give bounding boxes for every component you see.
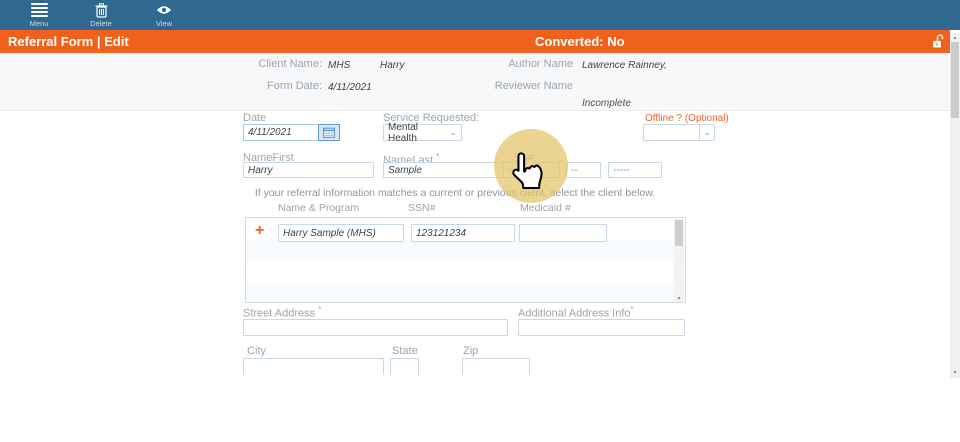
- additional-address-input[interactable]: [518, 319, 685, 336]
- date-label: Date: [243, 112, 266, 124]
- converted-status: Converted: No: [535, 30, 625, 53]
- column-header-ssn: SSN#: [408, 202, 435, 214]
- form-date-label: Form Date:: [229, 80, 322, 92]
- page-vertical-scrollbar[interactable]: ▲ ▼: [950, 33, 960, 378]
- menu-button[interactable]: Menu: [16, 2, 62, 28]
- service-requested-value: Mental Health: [388, 122, 449, 144]
- client-first-name-value: Harry: [380, 60, 404, 71]
- view-button[interactable]: View: [141, 2, 187, 28]
- chevron-down-icon: ⌄: [449, 128, 457, 137]
- zip-input[interactable]: [462, 358, 530, 375]
- zip-label: Zip: [463, 345, 478, 357]
- delete-button[interactable]: Delete: [78, 2, 124, 28]
- match-instruction-text: If your referral information matches a c…: [250, 187, 660, 199]
- delete-button-label: Delete: [78, 19, 124, 28]
- calendar-icon: [323, 127, 335, 138]
- referral-form-body: Date Service Requested: Mental Health ⌄ …: [0, 111, 950, 375]
- match-medicaid-input[interactable]: [519, 224, 607, 242]
- unlock-icon[interactable]: [932, 34, 944, 54]
- hamburger-menu-icon: [16, 2, 62, 18]
- column-header-name-program: Name & Program: [278, 202, 359, 214]
- match-list-scrollbar-thumb[interactable]: [675, 220, 683, 246]
- state-label: State: [392, 345, 418, 357]
- match-name-program-input[interactable]: [278, 224, 404, 242]
- match-list-scroll-down-icon[interactable]: ▼: [674, 296, 684, 302]
- trash-icon: [78, 2, 124, 18]
- select-client-plus-icon[interactable]: [255, 222, 264, 240]
- chevron-down-icon: ⌄: [703, 128, 711, 137]
- eye-icon: [141, 2, 187, 18]
- service-requested-select[interactable]: Mental Health ⌄: [383, 124, 462, 141]
- client-name-label: Client Name:: [229, 58, 322, 70]
- client-program-value: MHS: [328, 60, 350, 71]
- additional-address-label: Additional Address Info*: [518, 305, 634, 320]
- date-field: [243, 124, 340, 141]
- offline-select[interactable]: ⌄: [643, 124, 715, 141]
- page-title: Referral Form | Edit: [8, 30, 129, 53]
- date-input[interactable]: [243, 124, 318, 141]
- match-list-scrollbar[interactable]: ▼: [674, 219, 684, 302]
- required-asterisk: *: [436, 152, 439, 161]
- match-ssn-input[interactable]: [411, 224, 515, 242]
- page-scrollbar-thumb[interactable]: [951, 42, 959, 118]
- author-name-label: Author Name: [480, 58, 573, 70]
- scroll-up-arrow-icon[interactable]: ▲: [950, 34, 960, 42]
- author-name-value: Lawrence Rainney,: [582, 60, 667, 71]
- reviewer-name-label: Reviewer Name: [480, 80, 573, 92]
- required-asterisk: *: [318, 305, 321, 314]
- required-asterisk: *: [631, 305, 634, 314]
- form-date-value: 4/11/2021: [328, 82, 372, 93]
- column-header-medicaid: Medicaid #: [520, 202, 571, 214]
- form-header-band: Client Name: MHS Harry Form Date: 4/11/2…: [0, 53, 950, 111]
- top-toolbar: Menu Delete View: [0, 0, 960, 30]
- city-label: City: [247, 345, 266, 357]
- street-address-input[interactable]: [243, 319, 508, 336]
- menu-button-label: Menu: [16, 19, 62, 28]
- client-match-list: ▼: [245, 217, 686, 303]
- view-button-label: View: [141, 19, 187, 28]
- ssn-part1-input[interactable]: [503, 162, 560, 178]
- offline-optional-label: Offline ? (Optional): [645, 113, 729, 124]
- name-last-input[interactable]: [383, 162, 514, 178]
- form-status-incomplete: Incomplete: [582, 98, 631, 109]
- offline-select-chevron: ⌄: [699, 125, 714, 140]
- state-input[interactable]: [390, 358, 419, 375]
- ssn-part3-input[interactable]: [608, 162, 662, 178]
- calendar-picker-button[interactable]: [318, 124, 340, 141]
- city-input[interactable]: [243, 358, 384, 375]
- scroll-down-arrow-icon[interactable]: ▼: [950, 369, 960, 377]
- street-address-label: Street Address *: [243, 305, 321, 320]
- form-title-bar: Referral Form | Edit Converted: No: [0, 30, 950, 53]
- ssn-part2-input[interactable]: [566, 162, 601, 178]
- name-first-input[interactable]: [243, 162, 374, 178]
